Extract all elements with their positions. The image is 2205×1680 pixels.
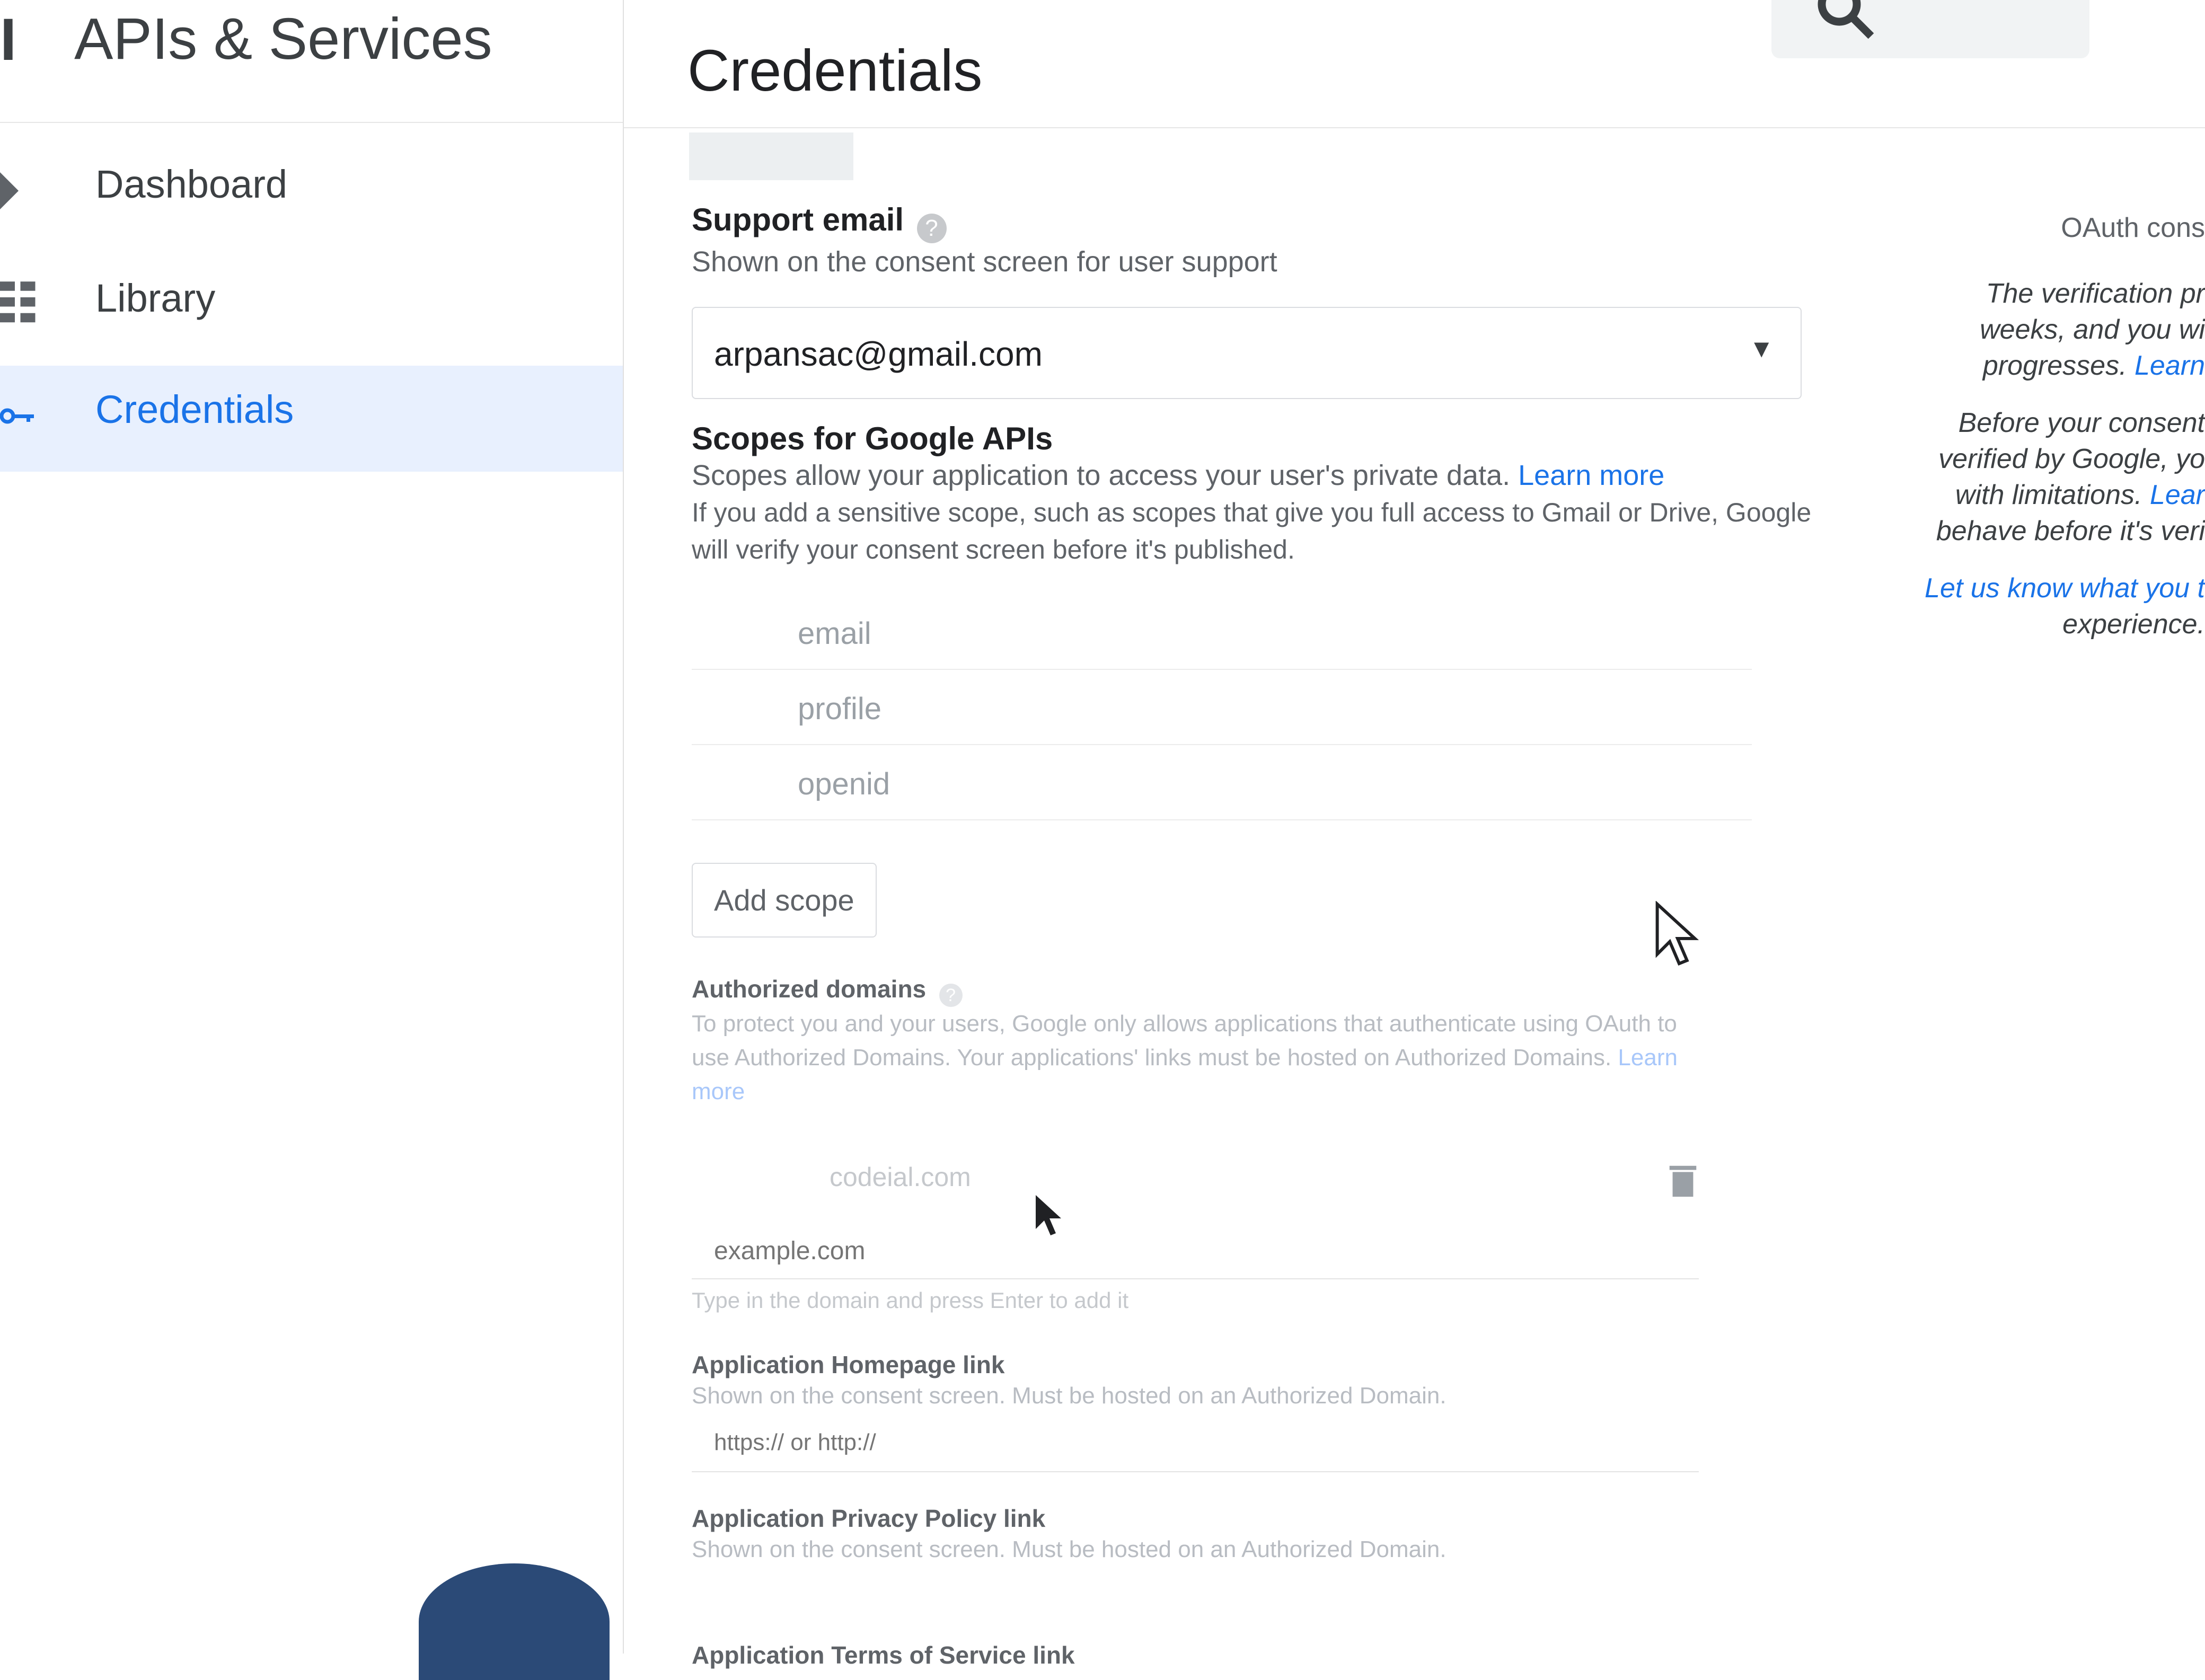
scope-name: email bbox=[798, 616, 871, 651]
library-icon bbox=[0, 281, 36, 323]
scopes-learn-more-link[interactable]: Learn more bbox=[1518, 459, 1664, 491]
terms-link-label: Application Terms of Service link bbox=[692, 1641, 1075, 1669]
terms-link-section: Application Terms of Service link bbox=[692, 1641, 1837, 1669]
scope-list: email profile openid bbox=[692, 595, 1752, 820]
info-panel-title: OAuth cons bbox=[2061, 213, 2205, 243]
info-paragraph-verification: The verification pr weeks, and you wi pr… bbox=[1919, 276, 2205, 384]
hamburger-icon[interactable]: I bbox=[0, 5, 16, 74]
info-learn-more-link[interactable]: Lear bbox=[2150, 480, 2205, 510]
support-email-value: arpansac@gmail.com bbox=[714, 334, 1043, 373]
info-line: experience. bbox=[2062, 609, 2205, 640]
key-icon bbox=[0, 408, 34, 424]
info-line: The verification pr bbox=[1986, 278, 2205, 309]
privacy-link-description: Shown on the consent screen. Must be hos… bbox=[692, 1536, 1447, 1562]
dashboard-icon bbox=[0, 172, 19, 209]
sidebar: I APIs & Services Dashboard Library Cred… bbox=[0, 0, 624, 1654]
info-line: Before your consent bbox=[1958, 408, 2205, 438]
info-paragraph-feedback: Let us know what you t experience. bbox=[1919, 570, 2205, 642]
info-paragraph-limitations: Before your consent verified by Google, … bbox=[1919, 405, 2205, 549]
list-item: profile bbox=[692, 670, 1752, 745]
homepage-link-label: Application Homepage link bbox=[692, 1350, 1005, 1378]
privacy-link-section: Application Privacy Policy link Shown on… bbox=[692, 1504, 1837, 1567]
help-icon[interactable]: ? bbox=[916, 213, 947, 243]
avatar bbox=[419, 1563, 610, 1680]
sidebar-header: I APIs & Services bbox=[0, 0, 623, 123]
scopes-description: Scopes allow your application to access … bbox=[692, 459, 1511, 491]
homepage-link-input[interactable] bbox=[713, 1428, 1245, 1456]
sidebar-item-library[interactable]: Library bbox=[0, 254, 623, 360]
trash-icon[interactable] bbox=[1667, 1162, 1699, 1199]
support-email-section: Support email ? Shown on the consent scr… bbox=[692, 201, 1837, 399]
homepage-link-description: Shown on the consent screen. Must be hos… bbox=[692, 1382, 1447, 1409]
domain-row: codeial.com bbox=[692, 1140, 1699, 1220]
homepage-link-section: Application Homepage link Shown on the c… bbox=[692, 1350, 1837, 1472]
mouse-cursor-icon bbox=[1655, 901, 1699, 966]
main-header: Credentials bbox=[624, 0, 2205, 128]
list-item: email bbox=[692, 595, 1752, 670]
search-icon[interactable] bbox=[1814, 0, 1877, 42]
domain-input-field[interactable] bbox=[692, 1225, 1699, 1279]
info-line: behave before it's veri bbox=[1936, 516, 2205, 546]
scope-name: profile bbox=[798, 691, 881, 726]
app-logo-placeholder bbox=[689, 132, 853, 180]
scopes-label: Scopes for Google APIs bbox=[692, 420, 1053, 456]
sidebar-item-label: Library bbox=[95, 276, 216, 320]
scopes-note: If you add a sensitive scope, such as sc… bbox=[692, 497, 1812, 564]
scope-name: openid bbox=[798, 766, 890, 801]
homepage-link-field[interactable] bbox=[692, 1413, 1699, 1472]
domain-input[interactable] bbox=[713, 1235, 1245, 1266]
page-title: Credentials bbox=[687, 38, 983, 103]
authorized-domains-section: Authorized domains ? To protect you and … bbox=[692, 975, 1837, 1313]
sidebar-item-label: Dashboard bbox=[95, 162, 288, 206]
privacy-link-label: Application Privacy Policy link bbox=[692, 1504, 1046, 1532]
list-item: openid bbox=[692, 745, 1752, 820]
info-line: verified by Google, yo bbox=[1938, 444, 2205, 474]
sidebar-item-credentials[interactable]: Credentials bbox=[0, 366, 623, 472]
mouse-cursor-icon bbox=[1036, 1195, 1061, 1235]
authorized-domains-description: To protect you and your users, Google on… bbox=[692, 1010, 1677, 1071]
app-title: APIs & Services bbox=[74, 6, 492, 72]
sidebar-item-dashboard[interactable]: Dashboard bbox=[0, 140, 623, 246]
help-icon[interactable]: ? bbox=[939, 983, 963, 1007]
domain-value: codeial.com bbox=[830, 1162, 971, 1192]
support-email-select[interactable]: arpansac@gmail.com ▼ bbox=[692, 306, 1802, 399]
info-learn-more-link[interactable]: Learn bbox=[2135, 350, 2205, 381]
support-email-label: Support email bbox=[692, 202, 904, 237]
sidebar-item-label: Credentials bbox=[95, 387, 294, 431]
info-panel: OAuth cons The verification pr weeks, an… bbox=[1919, 212, 2205, 664]
support-email-description: Shown on the consent screen for user sup… bbox=[692, 245, 1277, 278]
add-scope-button[interactable]: Add scope bbox=[692, 862, 877, 938]
info-line: weeks, and you wi bbox=[1980, 314, 2205, 345]
info-line: with limitations. bbox=[1955, 480, 2142, 510]
domain-hint: Type in the domain and press Enter to ad… bbox=[692, 1287, 1129, 1313]
feedback-link[interactable]: Let us know what you t bbox=[1925, 573, 2205, 604]
chevron-down-icon: ▼ bbox=[1749, 334, 1774, 363]
authorized-domains-label: Authorized domains bbox=[692, 975, 927, 1003]
scopes-section: Scopes for Google APIs Scopes allow your… bbox=[692, 420, 1837, 938]
info-line: progresses. bbox=[1982, 350, 2127, 381]
